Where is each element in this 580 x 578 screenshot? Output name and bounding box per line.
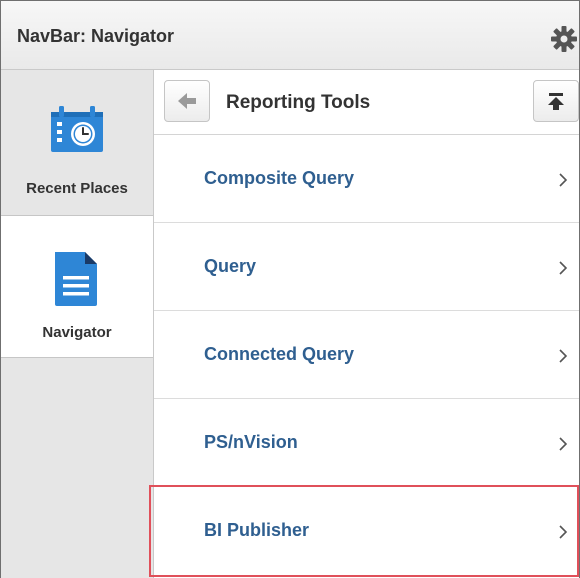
sidebar-item-label: Recent Places [26, 180, 128, 197]
back-button[interactable] [164, 80, 210, 122]
list-item-label: Connected Query [204, 344, 355, 364]
panel-header: Reporting Tools [154, 70, 579, 135]
list-item-bi-publisher[interactable]: BI Publisher [154, 487, 579, 575]
panel-title: Reporting Tools [226, 92, 371, 113]
navbar-panel: NavBar: Navigator Recent Places Navigato… [0, 0, 580, 578]
list-item-connected-query[interactable]: Connected Query [154, 311, 579, 399]
sidebar: Recent Places Navigator [1, 70, 154, 578]
gear-icon[interactable] [549, 24, 579, 54]
chevron-right-icon [559, 173, 568, 187]
sidebar-item-label: Navigator [42, 324, 112, 341]
list-item-label: Composite Query [204, 168, 355, 188]
document-icon [55, 252, 97, 306]
list-item-label: BI Publisher [204, 520, 310, 540]
navbar-title: NavBar: Navigator [17, 26, 175, 46]
chevron-right-icon [559, 349, 568, 363]
back-arrow-icon [178, 93, 196, 109]
chevron-right-icon [559, 261, 568, 275]
navigator-content: Reporting Tools Composite Query Query Co… [154, 70, 579, 578]
list-item-ps-nvision[interactable]: PS/nVision [154, 399, 579, 487]
sidebar-item-recent-places[interactable]: Recent Places [1, 70, 153, 216]
calendar-clock-icon [51, 106, 103, 152]
chevron-right-icon [559, 437, 568, 451]
list-item-composite-query[interactable]: Composite Query [154, 135, 579, 223]
chevron-right-icon [559, 525, 568, 539]
navbar-header: NavBar: Navigator [1, 1, 579, 70]
return-to-top-button[interactable] [533, 80, 579, 122]
list-item-label: Query [204, 256, 257, 276]
list-item-label: PS/nVision [204, 432, 298, 452]
return-to-top-icon [548, 93, 564, 110]
sidebar-item-navigator[interactable]: Navigator [1, 216, 153, 358]
list-item-query[interactable]: Query [154, 223, 579, 311]
